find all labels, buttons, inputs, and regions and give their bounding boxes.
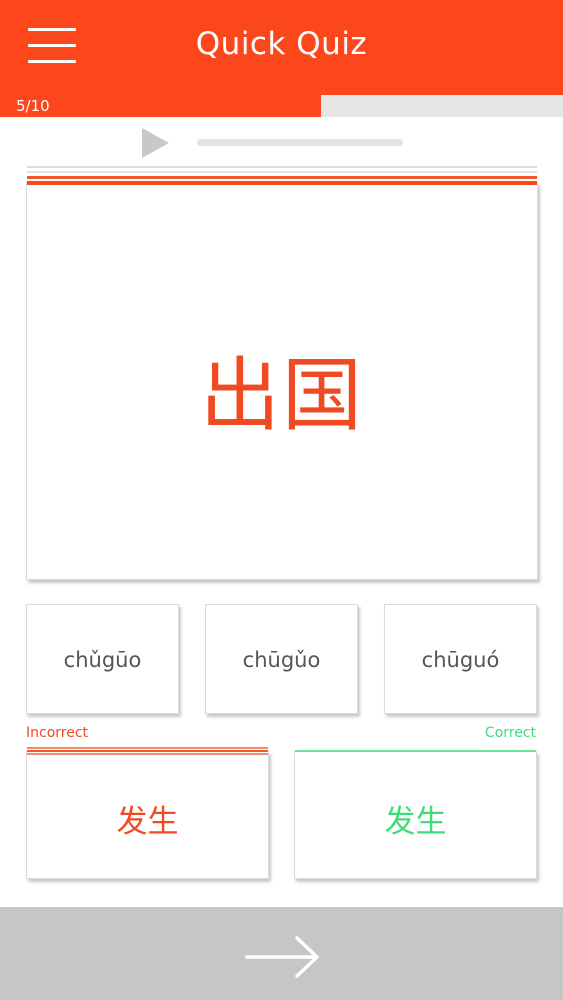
card-accent-line — [295, 750, 536, 752]
option-text: chūguó — [421, 648, 500, 672]
correct-answer-text: 发生 — [384, 804, 447, 840]
quiz-progress-bar: 5/10 — [0, 95, 563, 117]
card-stack-line — [27, 171, 537, 173]
card-stack-line — [27, 750, 268, 752]
option-text: chǔgūo — [63, 648, 142, 672]
card-accent-line — [27, 181, 537, 185]
option-text: chūgǔo — [242, 648, 321, 672]
play-icon[interactable] — [142, 128, 169, 158]
card-stack-line — [27, 166, 537, 168]
page-title: Quick Quiz — [195, 26, 368, 62]
correct-label: Correct — [484, 725, 536, 741]
option-card-2[interactable]: chūgǔo — [205, 604, 358, 714]
card-stack-line — [27, 176, 537, 179]
incorrect-answer-text: 发生 — [116, 804, 179, 840]
correct-answer-card: 发生 — [294, 750, 537, 879]
option-card-3[interactable]: chūguó — [384, 604, 537, 714]
question-card: 出国 — [26, 166, 538, 580]
next-button[interactable] — [0, 907, 563, 1000]
incorrect-label: Incorrect — [26, 725, 89, 741]
incorrect-answer-card: 发生 — [26, 747, 269, 879]
app-header: Quick Quiz — [0, 0, 563, 95]
option-card-1[interactable]: chǔgūo — [26, 604, 179, 714]
audio-player — [0, 125, 563, 163]
quiz-progress-text: 5/10 — [16, 97, 50, 115]
question-characters: 出国 — [200, 349, 364, 442]
audio-seek-bar[interactable] — [197, 139, 403, 146]
card-stack-line — [27, 747, 268, 749]
card-stack-line — [27, 753, 268, 755]
arrow-right-icon — [245, 936, 319, 978]
